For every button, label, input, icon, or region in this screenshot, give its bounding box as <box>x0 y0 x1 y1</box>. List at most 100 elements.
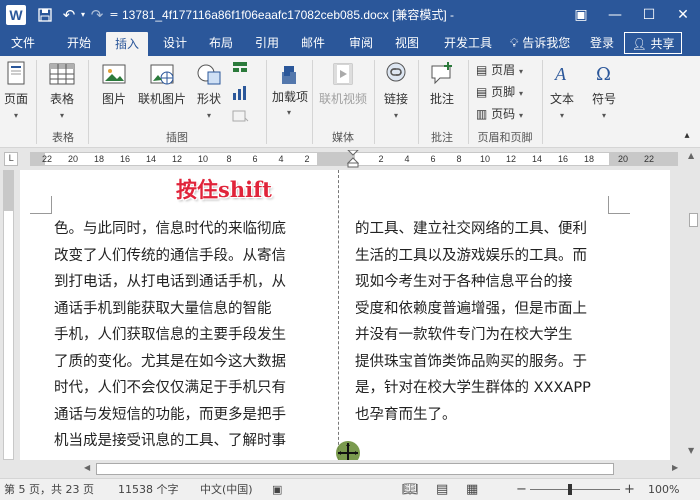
tab-insert[interactable]: 插入 <box>106 32 148 56</box>
macro-record-icon[interactable]: ▣ <box>272 479 282 500</box>
undo-icon[interactable]: ↶ <box>60 4 78 26</box>
table-icon <box>49 63 75 85</box>
footer-button[interactable]: ▤ 页脚 ▾ <box>476 82 523 102</box>
customize-toolbar-icon[interactable]: = <box>108 4 120 26</box>
ruler-tick-label: 18 <box>583 154 595 164</box>
tab-home[interactable]: 开始 <box>58 30 100 56</box>
tell-me-box[interactable]: 💡︎ 告诉我您 <box>510 30 570 56</box>
smartart-button[interactable] <box>230 60 250 78</box>
vertical-scrollbar[interactable]: ▲ ▼ <box>686 149 700 460</box>
text-line[interactable]: 手机，人们获取信息的主要手段发生 <box>54 322 314 349</box>
text-line[interactable]: 是，针对在校大学生群体的 XXXAPP <box>355 375 625 402</box>
undo-dropdown-icon[interactable]: ▾ <box>78 4 88 26</box>
text-line[interactable]: 生活的工具以及游戏娱乐的工具。而 <box>355 243 625 270</box>
online-pictures-button[interactable]: 联机图片 <box>134 60 190 107</box>
zoom-out-button[interactable]: − <box>516 479 527 500</box>
pages-button[interactable]: 页面 ▾ <box>2 60 30 121</box>
text-line[interactable]: 现如今考生对于各种信息平台的接 <box>355 269 625 296</box>
text-line[interactable]: 到打电话，从打电话到通话手机，从 <box>54 269 314 296</box>
text-button[interactable]: A 文本 ▾ <box>546 60 578 121</box>
zoom-slider-track[interactable] <box>530 489 620 490</box>
online-pictures-label: 联机图片 <box>137 92 186 106</box>
picture-button[interactable]: 图片 <box>98 60 130 107</box>
word-count[interactable]: 11538 个字 <box>118 479 179 500</box>
minimize-icon[interactable]: — <box>598 0 632 30</box>
text-line[interactable]: 改变了人们传统的通信手段。从寄信 <box>54 243 314 270</box>
text-line[interactable]: 提供珠宝首饰类饰品购买的服务。于 <box>355 349 625 376</box>
text-line[interactable]: 色。与此同时，信息时代的来临彻底 <box>54 216 314 243</box>
comment-button[interactable]: 批注 <box>424 60 460 107</box>
text-column-right[interactable]: 的工具、建立社交网络的工具、便利 生活的工具以及游戏娱乐的工具。而 现如今考生对于各… <box>355 216 625 428</box>
chevron-down-icon: ▾ <box>519 89 524 98</box>
text-box-icon: A <box>554 64 567 84</box>
tab-selector[interactable]: L <box>4 152 18 166</box>
screenshot-button[interactable] <box>230 108 250 124</box>
scroll-right-icon[interactable]: ▶ <box>672 463 678 472</box>
addins-button[interactable]: 加载项 ▾ <box>272 60 308 118</box>
tab-references[interactable]: 引用 <box>246 30 288 56</box>
footer-label: 页脚 <box>491 85 516 99</box>
horizontal-scrollbar[interactable]: ◀ ▶ <box>0 460 700 478</box>
text-line[interactable]: 机当成是接受讯息的工具、了解时事 <box>54 428 314 455</box>
maximize-icon[interactable]: ☐ <box>632 0 666 30</box>
table-button[interactable]: 表格 ▾ <box>46 60 78 121</box>
zoom-slider-knob[interactable] <box>568 484 572 495</box>
text-column-left[interactable]: 色。与此同时，信息时代的来临彻底 改变了人们传统的通信手段。从寄信 到打电话，从打电… <box>54 216 314 455</box>
ruler-bar[interactable]: 22 20 18 16 14 12 10 8 6 4 2 2 4 6 8 10 12 14 16 18 20 22 <box>30 150 678 168</box>
save-icon[interactable] <box>36 4 54 26</box>
symbols-button[interactable]: Ω 符号 ▾ <box>588 60 620 121</box>
vertical-ruler-bar[interactable] <box>3 170 14 460</box>
scroll-down-icon[interactable]: ▼ <box>688 446 694 455</box>
close-icon[interactable]: ✕ <box>666 0 700 30</box>
ribbon: 页面 ▾ 表格 ▾ 表格 图片 联机图片 形状 ▾ 插图 加载项 ▾ 联机视频 … <box>0 56 700 148</box>
header-button[interactable]: ▤ 页眉 ▾ <box>476 60 523 80</box>
print-layout-icon[interactable]: ▤ <box>436 479 448 500</box>
ruler-tick-label: 2 <box>378 154 384 164</box>
tab-design[interactable]: 设计 <box>154 30 196 56</box>
ruler-tick-label: 4 <box>404 154 410 164</box>
tab-layout[interactable]: 布局 <box>200 30 242 56</box>
zoom-in-button[interactable]: + <box>624 479 635 500</box>
sign-in-link[interactable]: 登录 <box>590 30 614 56</box>
tab-review[interactable]: 审阅 <box>340 30 382 56</box>
zoom-level[interactable]: 100% <box>648 479 679 500</box>
scroll-up-icon[interactable]: ▲ <box>688 151 694 160</box>
vertical-scroll-thumb[interactable] <box>689 213 698 227</box>
tab-developer[interactable]: 开发工具 <box>438 30 498 56</box>
read-mode-icon[interactable]: 📖︎ <box>402 479 419 500</box>
move-cursor-icon <box>336 441 360 460</box>
text-line[interactable]: 通话手机到能获取大量信息的智能 <box>54 296 314 323</box>
text-line[interactable]: 也孕育而生了。 <box>355 402 625 429</box>
text-line[interactable]: 的工具、建立社交网络的工具、便利 <box>355 216 625 243</box>
share-button[interactable]: 👤︎ 共享 <box>624 32 682 54</box>
collapse-ribbon-icon[interactable]: ▴ <box>680 130 694 141</box>
horizontal-scroll-thumb[interactable] <box>96 463 614 475</box>
document-area[interactable]: 色。与此同时，信息时代的来临彻底 改变了人们传统的通信手段。从寄信 到打电话，从打电… <box>16 170 686 460</box>
tab-mailings[interactable]: 邮件 <box>292 30 334 56</box>
indent-marker-icon[interactable] <box>347 150 359 168</box>
separator <box>36 60 37 144</box>
redo-icon[interactable]: ↷ <box>88 4 106 26</box>
web-layout-icon[interactable]: ▦ <box>466 479 478 500</box>
text-label: 文本 <box>549 92 574 106</box>
language-status[interactable]: 中文(中国) <box>200 479 253 500</box>
shapes-button[interactable]: 形状 ▾ <box>192 60 226 121</box>
page-count[interactable]: 第 5 页，共 23 页 <box>4 479 94 500</box>
text-line[interactable]: 通话与发短信的功能，而更多是把手 <box>54 402 314 429</box>
tab-view[interactable]: 视图 <box>386 30 428 56</box>
text-line[interactable]: 并没有一款软件专门为在校大学生 <box>355 322 625 349</box>
text-line[interactable]: 受度和依赖度普遍增强，但是市面上 <box>355 296 625 323</box>
page-number-icon: ▥ <box>476 107 488 121</box>
text-line[interactable]: 时代，人们不会仅仅满足于手机只有 <box>54 375 314 402</box>
text-line[interactable]: 了质的变化。尤其是在如今这大数据 <box>54 349 314 376</box>
scroll-left-icon[interactable]: ◀ <box>84 463 90 472</box>
ruler-tick-label: 14 <box>531 154 543 164</box>
header-label: 页眉 <box>491 63 516 77</box>
document-page[interactable]: 色。与此同时，信息时代的来临彻底 改变了人们传统的通信手段。从寄信 到打电话，从打电… <box>20 170 670 460</box>
ribbon-display-options-icon[interactable]: ▣ <box>564 0 598 30</box>
online-video-button[interactable]: 联机视频 <box>316 60 370 107</box>
tab-file[interactable]: 文件 <box>4 30 42 56</box>
page-number-button[interactable]: ▥ 页码 ▾ <box>476 104 523 124</box>
chart-button[interactable] <box>230 84 250 102</box>
links-button[interactable]: 链接 ▾ <box>380 60 412 121</box>
